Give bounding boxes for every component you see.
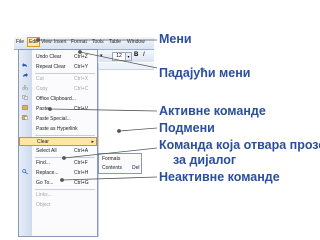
callout-line-active	[49, 108, 158, 112]
callout-line-submenu	[118, 127, 158, 132]
callout-line-dialog	[63, 147, 158, 159]
callout-dot	[117, 129, 121, 133]
callout-dialog-line1: Команда која отвара прозор	[159, 138, 320, 152]
callout-line-inactive	[61, 176, 158, 181]
callout-dot	[36, 38, 40, 42]
callout-dialog-line2: за дијалог	[173, 153, 237, 167]
callout-dot	[60, 178, 64, 182]
callout-inactive: Неактивне команде	[159, 170, 280, 184]
callout-dot	[48, 107, 52, 111]
callout-menu: Мени	[159, 32, 192, 46]
callout-submenu: Подмени	[159, 121, 215, 135]
callout-line-dropdown	[79, 51, 158, 69]
callout-dot	[62, 156, 66, 160]
callout-active: Активне команде	[159, 104, 266, 118]
callout-dot	[78, 50, 82, 54]
callout-dropdown: Падајући мени	[159, 66, 251, 80]
